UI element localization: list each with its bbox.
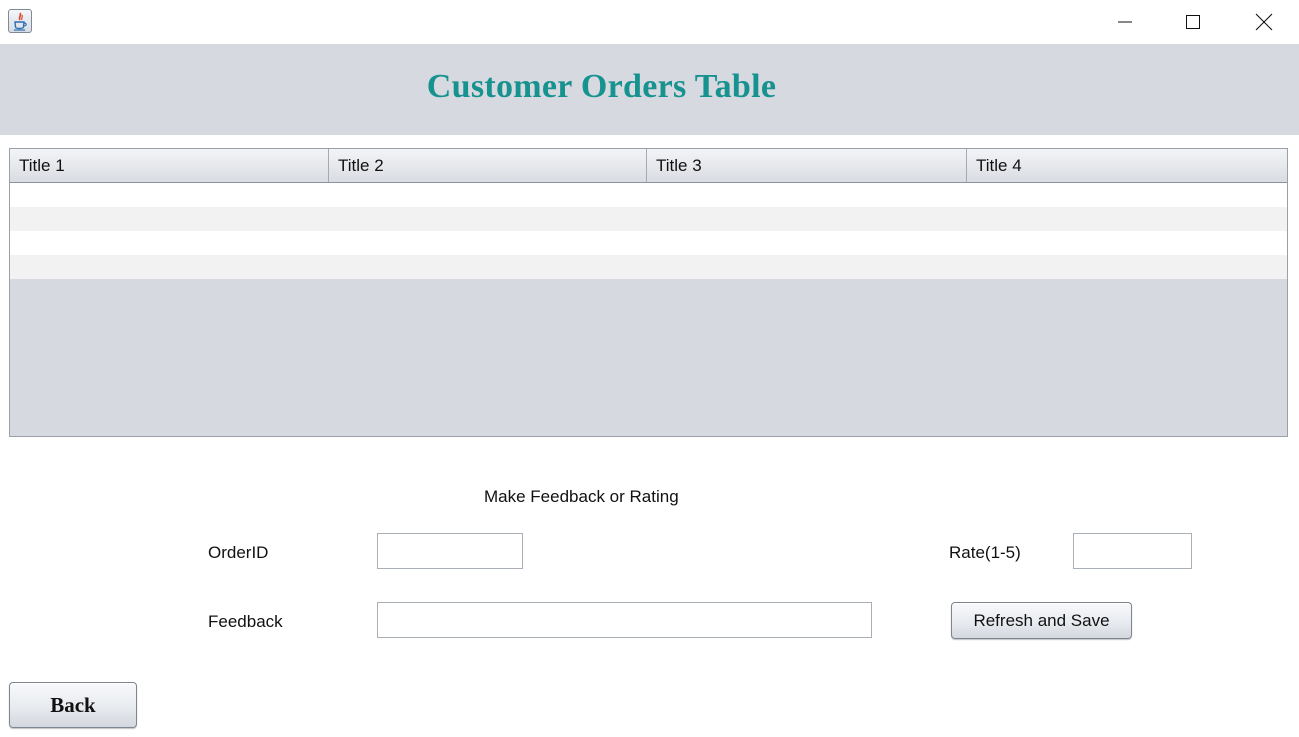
page-title: Customer Orders Table (426, 68, 777, 105)
feedback-section-label: Make Feedback or Rating (484, 487, 679, 506)
maximize-button[interactable] (1158, 0, 1228, 44)
table-cell[interactable] (329, 183, 647, 207)
column-header-title-1[interactable]: Title 1 (10, 149, 329, 182)
table-row[interactable] (10, 255, 1287, 279)
close-button[interactable] (1229, 0, 1299, 44)
column-header-title-2[interactable]: Title 2 (329, 149, 647, 182)
orders-table[interactable]: Title 1 Title 2 Title 3 Title 4 (9, 148, 1288, 437)
minimize-icon (1118, 21, 1132, 23)
back-button[interactable]: Back (9, 682, 137, 728)
header-band: Customer Orders Table (0, 44, 1299, 135)
column-header-title-4[interactable]: Title 4 (967, 149, 1287, 182)
table-row[interactable] (10, 231, 1287, 255)
table-cell[interactable] (10, 231, 329, 255)
refresh-and-save-button[interactable]: Refresh and Save (951, 602, 1132, 639)
rate-label: Rate(1-5) (949, 543, 1021, 562)
column-header-title-3[interactable]: Title 3 (647, 149, 967, 182)
table-header: Title 1 Title 2 Title 3 Title 4 (10, 149, 1287, 183)
table-cell[interactable] (10, 183, 329, 207)
orderid-input[interactable] (377, 533, 523, 569)
table-cell[interactable] (647, 231, 967, 255)
table-cell[interactable] (647, 207, 967, 231)
table-cell[interactable] (967, 231, 1287, 255)
maximize-icon (1186, 15, 1200, 29)
table-row[interactable] (10, 207, 1287, 231)
orderid-label: OrderID (208, 543, 269, 562)
minimize-button[interactable] (1090, 0, 1160, 44)
table-cell[interactable] (10, 207, 329, 231)
rate-input[interactable] (1073, 533, 1192, 569)
table-row[interactable] (10, 183, 1287, 207)
feedback-input[interactable] (377, 602, 872, 638)
table-cell[interactable] (967, 255, 1287, 279)
feedback-label: Feedback (208, 612, 283, 631)
table-body (10, 183, 1287, 279)
table-cell[interactable] (967, 207, 1287, 231)
java-app-icon[interactable] (8, 9, 32, 33)
table-cell[interactable] (329, 207, 647, 231)
table-cell[interactable] (647, 183, 967, 207)
table-cell[interactable] (647, 255, 967, 279)
title-bar (0, 0, 1299, 44)
close-icon (1255, 13, 1273, 31)
table-cell[interactable] (967, 183, 1287, 207)
table-cell[interactable] (329, 255, 647, 279)
app-window: Customer Orders Table Title 1 Title 2 Ti… (0, 0, 1299, 737)
table-cell[interactable] (10, 255, 329, 279)
table-cell[interactable] (329, 231, 647, 255)
